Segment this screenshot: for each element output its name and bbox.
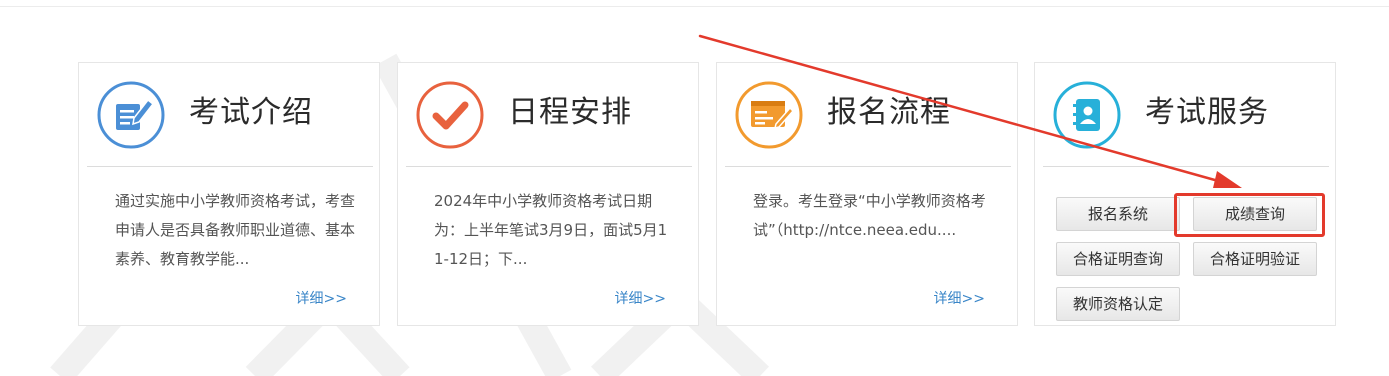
contact-book-icon <box>1053 81 1121 149</box>
web-form-icon <box>735 81 803 149</box>
card-divider <box>1043 166 1329 167</box>
card-title: 日程安排 <box>508 95 632 130</box>
card-header: 考试服务 <box>1035 63 1335 167</box>
card-header: 考试介绍 <box>79 63 379 167</box>
qualification-certificate-verification-button[interactable]: 合格证明验证 <box>1193 242 1317 276</box>
document-edit-icon <box>97 81 165 149</box>
more-link[interactable]: 详细>> <box>934 289 985 309</box>
card-registration-process: 报名流程 登录。考生登录“中小学教师资格考试”（http://ntce.neea… <box>716 62 1018 326</box>
card-divider <box>725 166 1011 167</box>
card-title: 报名流程 <box>827 95 951 130</box>
more-link[interactable]: 详细>> <box>296 289 347 309</box>
card-description: 通过实施中小学教师资格考试，考查申请人是否具备教师职业道德、基本素养、教育教学能… <box>115 192 356 268</box>
top-divider <box>0 6 1389 7</box>
more-link[interactable]: 详细>> <box>615 289 666 309</box>
qualification-certificate-inquiry-button[interactable]: 合格证明查询 <box>1056 242 1180 276</box>
card-schedule: 日程安排 2024年中小学教师资格考试日期为：上半年笔试3月9日，面试5月11-… <box>397 62 699 326</box>
checkmark-icon <box>416 81 484 149</box>
card-description: 登录。考生登录“中小学教师资格考试”（http://ntce.neea.edu.… <box>753 192 986 239</box>
card-title: 考试服务 <box>1145 95 1269 130</box>
card-description: 2024年中小学教师资格考试日期为：上半年笔试3月9日，面试5月11-12日；下… <box>434 192 668 268</box>
score-inquiry-button[interactable]: 成绩查询 <box>1193 197 1317 231</box>
card-title: 考试介绍 <box>189 95 313 130</box>
card-divider <box>406 166 692 167</box>
card-exam-intro: 考试介绍 通过实施中小学教师资格考试，考查申请人是否具备教师职业道德、基本素养、… <box>78 62 380 326</box>
registration-system-button[interactable]: 报名系统 <box>1056 197 1180 231</box>
teacher-qualification-certification-button[interactable]: 教师资格认定 <box>1056 287 1180 321</box>
page: 考试介绍 通过实施中小学教师资格考试，考查申请人是否具备教师职业道德、基本素养、… <box>0 0 1389 376</box>
card-header: 报名流程 <box>717 63 1017 167</box>
card-divider <box>87 166 373 167</box>
card-header: 日程安排 <box>398 63 698 167</box>
